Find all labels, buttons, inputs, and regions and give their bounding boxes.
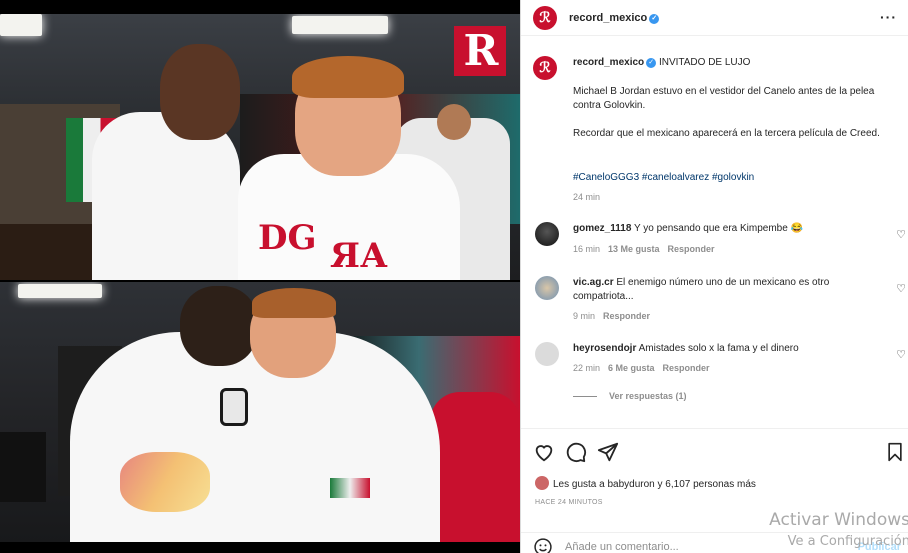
reply-button[interactable]: Responder bbox=[663, 363, 710, 373]
comment-icon[interactable] bbox=[565, 441, 587, 463]
verified-badge-icon: ✓ bbox=[646, 58, 657, 68]
photo-bottom bbox=[0, 282, 520, 542]
comment-text: Amistades solo x la fama y el dinero bbox=[638, 343, 799, 354]
jacket-logo: DG bbox=[258, 218, 317, 258]
username-text[interactable]: record_mexico bbox=[569, 12, 647, 24]
post-media[interactable]: DG ЯА R bbox=[0, 0, 520, 553]
caption-avatar[interactable]: ℛ bbox=[533, 56, 557, 80]
comment-text: Y yo pensando que era Kimpembe 😂 bbox=[633, 223, 804, 234]
ceiling-light bbox=[292, 16, 388, 34]
replies-line bbox=[573, 396, 597, 397]
caption-paragraph-2: Recordar que el mexicano aparecerá en la… bbox=[573, 128, 880, 139]
likes-text[interactable]: Les gusta a babyduron y 6,107 personas m… bbox=[553, 479, 756, 490]
comment-likes[interactable]: 13 Me gusta bbox=[608, 244, 660, 254]
action-bar: Les gusta a babyduron y 6,107 personas m… bbox=[521, 428, 908, 553]
post-side-panel: ℛ record_mexico ✓ ··· ℛ record_mexico ✓ IN… bbox=[520, 0, 908, 553]
comment: gomez_1118 Y yo pensando que era Kimpemb… bbox=[573, 222, 883, 236]
jacket-cuff bbox=[330, 478, 370, 498]
comment-username[interactable]: gomez_1118 bbox=[573, 223, 631, 234]
caption-time: 24 min bbox=[573, 192, 601, 202]
commenter-avatar[interactable] bbox=[535, 222, 559, 246]
reply-button[interactable]: Responder bbox=[603, 311, 650, 321]
record-logo: R bbox=[454, 26, 506, 76]
ceiling-light bbox=[0, 14, 42, 36]
instagram-post-view: DG ЯА R ℛ record_mexico ✓ ··· ℛ record_m… bbox=[0, 0, 908, 553]
windows-activation-watermark: Activar Windows bbox=[769, 510, 908, 530]
jordan-head bbox=[180, 286, 258, 366]
jordan-head bbox=[160, 44, 240, 140]
caption-hashtags[interactable]: #CaneloGGG3 #caneloalvarez #golovkin bbox=[573, 171, 893, 185]
watch bbox=[220, 388, 248, 426]
windows-activation-subtext: Ve a Configuración bbox=[787, 534, 908, 549]
bookmark-icon[interactable] bbox=[885, 441, 905, 463]
chair bbox=[0, 432, 46, 502]
person-background-head bbox=[437, 104, 471, 140]
comment-time: 16 min bbox=[573, 244, 601, 254]
more-icon[interactable]: ··· bbox=[880, 9, 897, 25]
canelo-hair bbox=[292, 56, 404, 98]
caption-username[interactable]: record_mexico bbox=[573, 57, 644, 68]
reply-button[interactable]: Responder bbox=[668, 244, 715, 254]
header-username[interactable]: record_mexico ✓ bbox=[569, 12, 660, 24]
heart-icon[interactable]: ♡ bbox=[896, 348, 906, 361]
caption-paragraph-1: Michael B Jordan estuvo en el vestidor d… bbox=[573, 86, 875, 111]
comment-username[interactable]: heyrosendojr bbox=[573, 343, 636, 354]
canelo-hair bbox=[252, 288, 336, 318]
comment-likes[interactable]: 6 Me gusta bbox=[608, 363, 655, 373]
commenter-avatar[interactable] bbox=[535, 276, 559, 300]
likes-summary[interactable]: Les gusta a babyduron y 6,107 personas m… bbox=[535, 476, 756, 490]
comment-meta: 22 min 6 Me gusta Responder bbox=[573, 363, 718, 373]
verified-badge-icon: ✓ bbox=[649, 14, 660, 24]
comment-time: 9 min bbox=[573, 311, 596, 321]
heart-icon[interactable]: ♡ bbox=[896, 282, 906, 295]
liker-avatar bbox=[535, 476, 549, 490]
caption-header: record_mexico ✓ INVITADO DE LUJO bbox=[573, 56, 893, 70]
caption-title: INVITADO DE LUJO bbox=[658, 57, 751, 68]
view-replies-button[interactable]: Ver respuestas (1) bbox=[609, 391, 687, 401]
send-icon[interactable] bbox=[597, 441, 619, 463]
comment: heyrosendojr Amistades solo x la fama y … bbox=[573, 342, 883, 356]
heart-icon[interactable]: ♡ bbox=[896, 228, 906, 241]
jacket-logo: ЯА bbox=[330, 236, 388, 276]
hug-jackets bbox=[70, 332, 440, 542]
comment: vic.ag.cr El enemigo número uno de un me… bbox=[573, 276, 883, 304]
emoji-icon[interactable] bbox=[533, 537, 553, 553]
comment-meta: 9 min Responder bbox=[573, 311, 658, 321]
account-avatar[interactable]: ℛ bbox=[533, 6, 557, 30]
comment-meta: 16 min 13 Me gusta Responder bbox=[573, 244, 723, 254]
team-member-red bbox=[430, 392, 520, 542]
heart-icon[interactable] bbox=[533, 441, 555, 463]
ceiling-light bbox=[18, 284, 102, 298]
post-header: ℛ record_mexico ✓ ··· bbox=[521, 0, 908, 36]
commenter-avatar[interactable] bbox=[535, 342, 559, 366]
jacket-artwork bbox=[120, 452, 210, 512]
comment-time: 22 min bbox=[573, 363, 601, 373]
post-date: HACE 24 MINUTOS bbox=[535, 499, 603, 506]
comment-username[interactable]: vic.ag.cr bbox=[573, 277, 614, 288]
add-comment-input[interactable]: Añade un comentario... bbox=[565, 541, 679, 553]
photo-top: DG ЯА R bbox=[0, 14, 520, 280]
